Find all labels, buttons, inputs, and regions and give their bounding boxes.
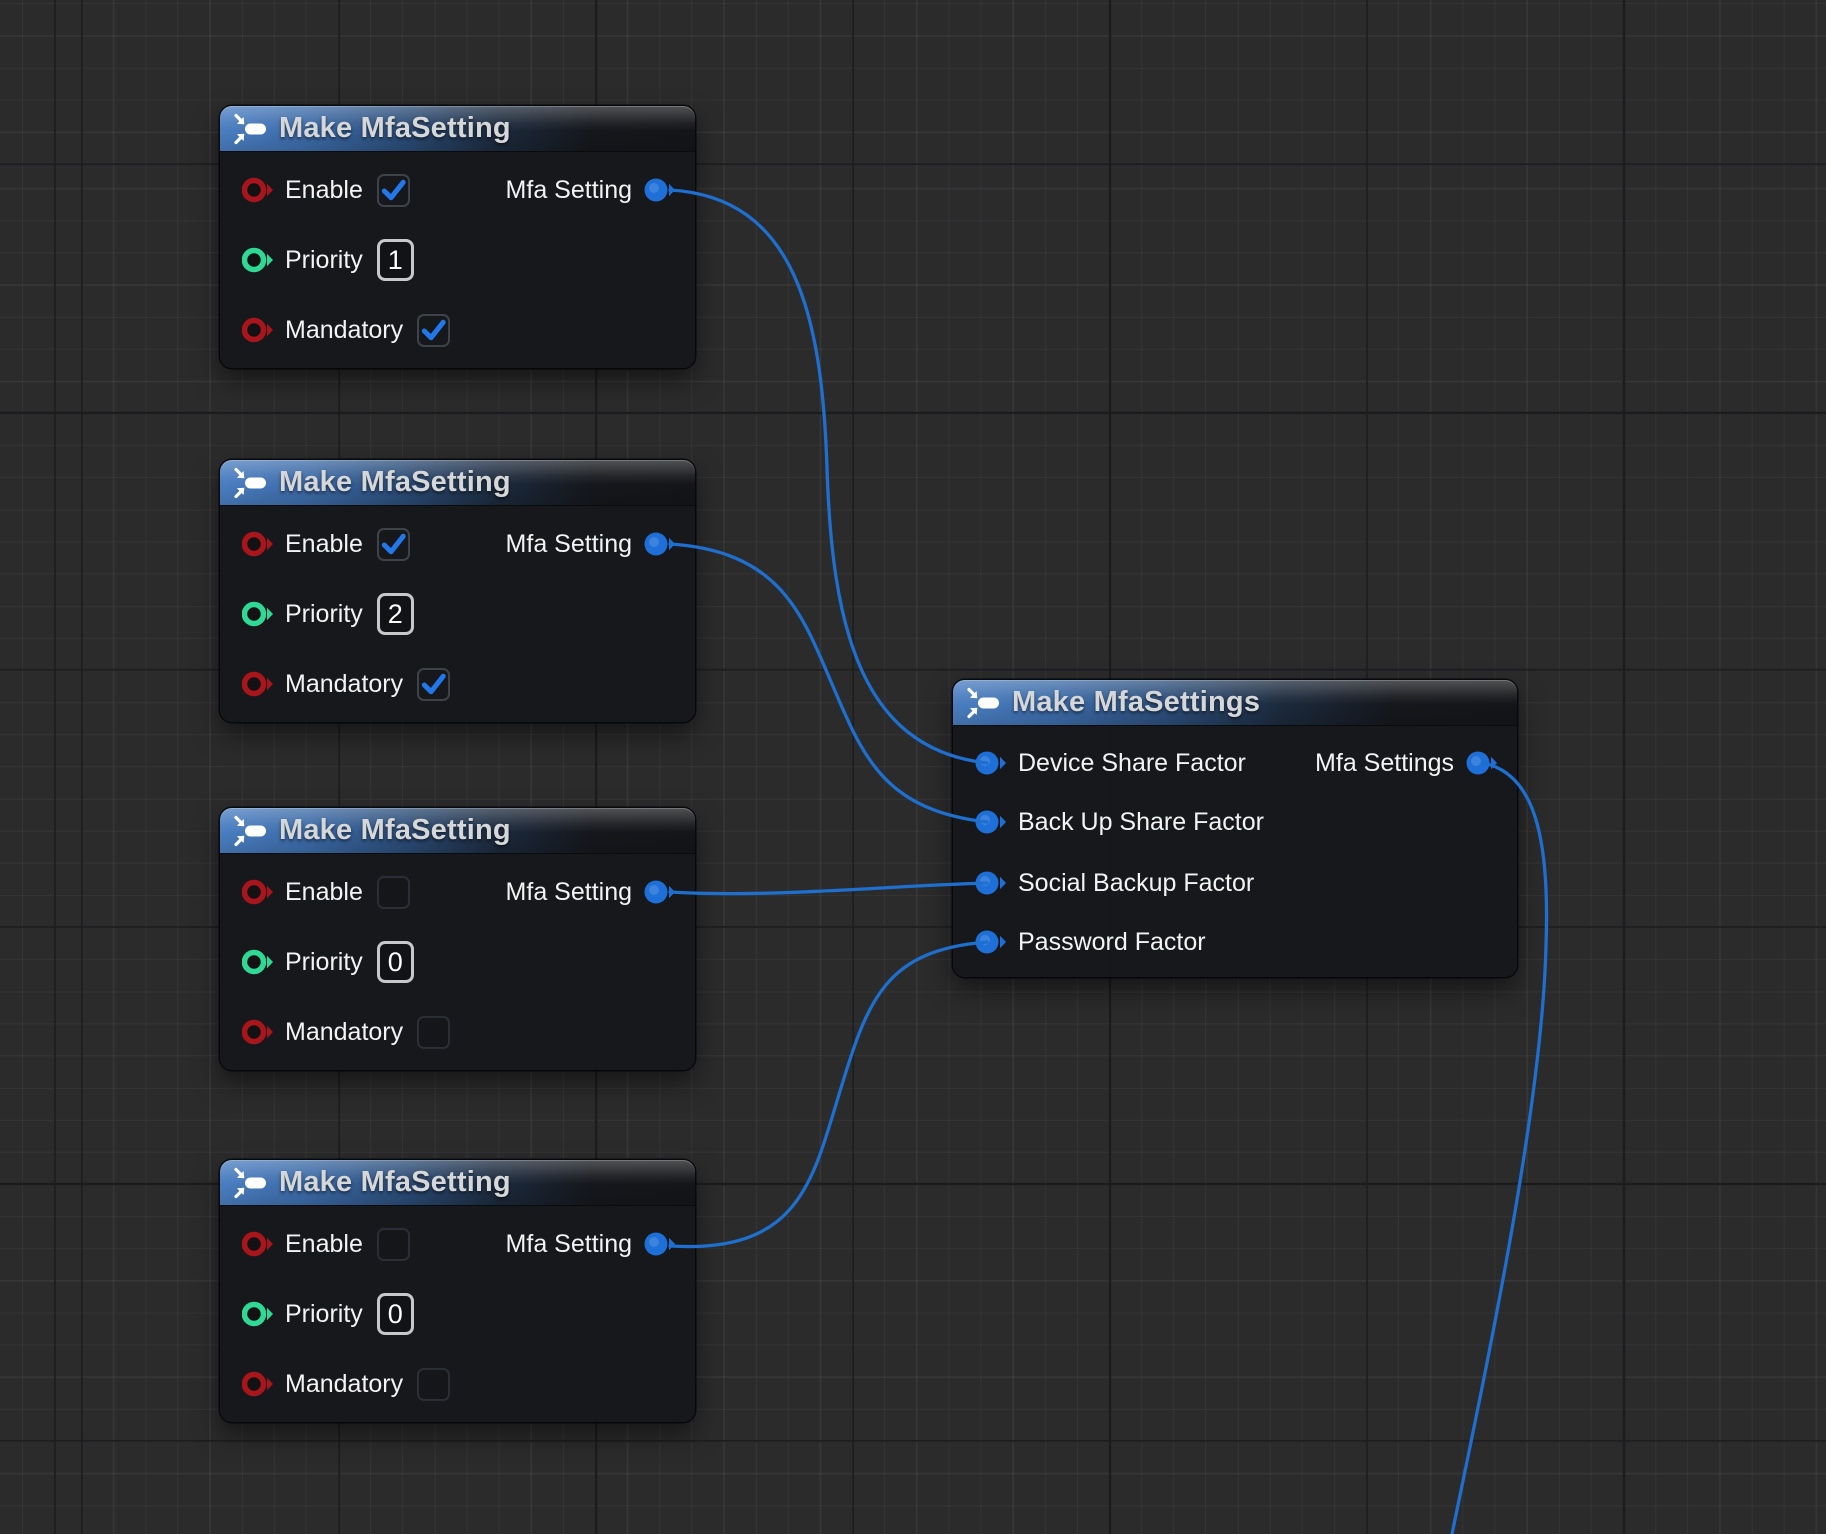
make-mfasetting-1-output-row-mfa-setting: Mfa Setting <box>506 173 675 207</box>
make-mfasetting-1-input-row-enable: Enable <box>242 173 410 207</box>
make-struct-icon <box>965 687 1001 719</box>
pin-label-back-up-share-factor: Back Up Share Factor <box>1018 808 1264 837</box>
priority-value: 2 <box>388 599 403 630</box>
make-mfasetting-3-input-row-mandatory: Mandatory <box>242 1015 450 1049</box>
pin-label-social-backup-factor: Social Backup Factor <box>1018 869 1254 898</box>
pin-label-password-factor: Password Factor <box>1018 928 1206 957</box>
pin-label-enable: Enable <box>285 1230 363 1259</box>
pin-priority-input[interactable] <box>242 1301 273 1327</box>
make-mfasetting-4-output-row-mfa-setting: Mfa Setting <box>506 1227 675 1261</box>
enable-checkbox[interactable] <box>377 528 410 561</box>
mandatory-checkbox[interactable] <box>417 1016 450 1049</box>
make-mfasetting-3-title: Make MfaSetting <box>279 814 511 847</box>
pin-mandatory-input[interactable] <box>242 1019 273 1045</box>
make-mfasetting-2[interactable]: Make MfaSetting Enable Priority 2 Mandatory M… <box>220 460 695 722</box>
pin-mandatory-input[interactable] <box>242 671 273 697</box>
make-struct-icon <box>232 113 268 145</box>
pin-label-mfa-setting: Mfa Setting <box>506 1230 632 1259</box>
make-struct-icon <box>232 1167 268 1199</box>
make-mfasetting-3-input-row-enable: Enable <box>242 875 410 909</box>
make-mfasettings-title: Make MfaSettings <box>1012 686 1260 719</box>
priority-value: 0 <box>388 1299 403 1330</box>
wire-make-mfasetting-4-mfa-setting-to-make-mfasettings-password-factor[interactable] <box>670 942 987 1247</box>
pin-label-priority: Priority <box>285 1300 363 1329</box>
make-mfasetting-2-header[interactable]: Make MfaSetting <box>220 460 695 506</box>
make-mfasettings-input-row-password-factor: Password Factor <box>975 925 1220 959</box>
blueprint-graph-canvas[interactable]: Make MfaSettingEnablePriority1MandatoryM… <box>0 0 1826 1534</box>
pin-label-mfa-setting: Mfa Setting <box>506 878 632 907</box>
pin-enable-input[interactable] <box>242 531 273 557</box>
make-mfasetting-4-input-row-priority: Priority 0 <box>242 1297 414 1331</box>
pin-label-device-share-factor: Device Share Factor <box>1018 749 1246 778</box>
make-mfasettings-input-row-back-up-share-factor: Back Up Share Factor <box>975 805 1278 839</box>
make-mfasetting-4-input-row-mandatory: Mandatory <box>242 1367 450 1401</box>
pin-priority-input[interactable] <box>242 949 273 975</box>
wire-make-mfasetting-2-mfa-setting-to-make-mfasettings-back-up-share-factor[interactable] <box>670 544 987 822</box>
pin-label-enable: Enable <box>285 878 363 907</box>
pin-label-mandatory: Mandatory <box>285 316 403 345</box>
pin-label-enable: Enable <box>285 530 363 559</box>
pin-label-priority: Priority <box>285 948 363 977</box>
pin-label-enable: Enable <box>285 176 363 205</box>
make-mfasetting-2-input-row-mandatory: Mandatory <box>242 667 450 701</box>
make-mfasetting-2-input-row-enable: Enable <box>242 527 410 561</box>
make-mfasettings-header[interactable]: Make MfaSettings <box>953 680 1517 726</box>
priority-value: 1 <box>388 245 403 276</box>
make-mfasetting-3-header[interactable]: Make MfaSetting <box>220 808 695 854</box>
pin-label-mandatory: Mandatory <box>285 1018 403 1047</box>
pin-label-mfa-setting: Mfa Setting <box>506 176 632 205</box>
pin-mandatory-input[interactable] <box>242 1371 273 1397</box>
pin-label-mandatory: Mandatory <box>285 670 403 699</box>
make-mfasetting-1-title: Make MfaSetting <box>279 112 511 145</box>
pin-enable-input[interactable] <box>242 879 273 905</box>
make-mfasetting-2-title: Make MfaSetting <box>279 466 511 499</box>
wire-make-mfasetting-3-mfa-setting-to-make-mfasettings-social-backup-factor[interactable] <box>670 883 987 894</box>
enable-checkbox[interactable] <box>377 1228 410 1261</box>
enable-checkbox[interactable] <box>377 876 410 909</box>
make-mfasetting-1-header[interactable]: Make MfaSetting <box>220 106 695 152</box>
priority-value: 0 <box>388 947 403 978</box>
make-mfasettings-output-row-mfa-settings: Mfa Settings <box>1315 746 1497 780</box>
make-mfasettings-input-row-social-backup-factor: Social Backup Factor <box>975 866 1268 900</box>
mandatory-checkbox[interactable] <box>417 668 450 701</box>
pin-mandatory-input[interactable] <box>242 317 273 343</box>
pin-priority-input[interactable] <box>242 247 273 273</box>
pin-label-mandatory: Mandatory <box>285 1370 403 1399</box>
pin-label-priority: Priority <box>285 246 363 275</box>
make-mfasetting-1-input-row-mandatory: Mandatory <box>242 313 450 347</box>
make-mfasetting-1[interactable]: Make MfaSetting Enable Priority 1 Mandatory M… <box>220 106 695 368</box>
make-mfasetting-4-header[interactable]: Make MfaSetting <box>220 1160 695 1206</box>
make-mfasetting-3[interactable]: Make MfaSetting Enable Priority 0 Mandatory M… <box>220 808 695 1070</box>
mandatory-checkbox[interactable] <box>417 1368 450 1401</box>
pin-mfa-setting-output[interactable] <box>644 1231 675 1257</box>
pin-label-mfa-settings: Mfa Settings <box>1315 749 1454 778</box>
make-mfasetting-3-input-row-priority: Priority 0 <box>242 945 414 979</box>
make-mfasettings-input-row-device-share-factor: Device Share Factor <box>975 746 1260 780</box>
pin-priority-input[interactable] <box>242 601 273 627</box>
make-mfasettings[interactable]: Make MfaSettings Device Share Factor Back … <box>953 680 1517 977</box>
make-mfasetting-1-input-row-priority: Priority 1 <box>242 243 414 277</box>
make-mfasetting-4-input-row-enable: Enable <box>242 1227 410 1261</box>
enable-checkbox[interactable] <box>377 174 410 207</box>
make-struct-icon <box>232 467 268 499</box>
priority-field[interactable]: 1 <box>377 239 414 281</box>
pin-enable-input[interactable] <box>242 177 273 203</box>
make-mfasetting-4-title: Make MfaSetting <box>279 1166 511 1199</box>
make-struct-icon <box>232 815 268 847</box>
make-mfasetting-2-output-row-mfa-setting: Mfa Setting <box>506 527 675 561</box>
priority-field[interactable]: 2 <box>377 593 414 635</box>
pin-enable-input[interactable] <box>242 1231 273 1257</box>
pin-label-mfa-setting: Mfa Setting <box>506 530 632 559</box>
priority-field[interactable]: 0 <box>377 1293 414 1335</box>
make-mfasetting-3-output-row-mfa-setting: Mfa Setting <box>506 875 675 909</box>
priority-field[interactable]: 0 <box>377 941 414 983</box>
mandatory-checkbox[interactable] <box>417 314 450 347</box>
pin-label-priority: Priority <box>285 600 363 629</box>
make-mfasetting-4[interactable]: Make MfaSetting Enable Priority 0 Mandatory M… <box>220 1160 695 1422</box>
make-mfasetting-2-input-row-priority: Priority 2 <box>242 597 414 631</box>
